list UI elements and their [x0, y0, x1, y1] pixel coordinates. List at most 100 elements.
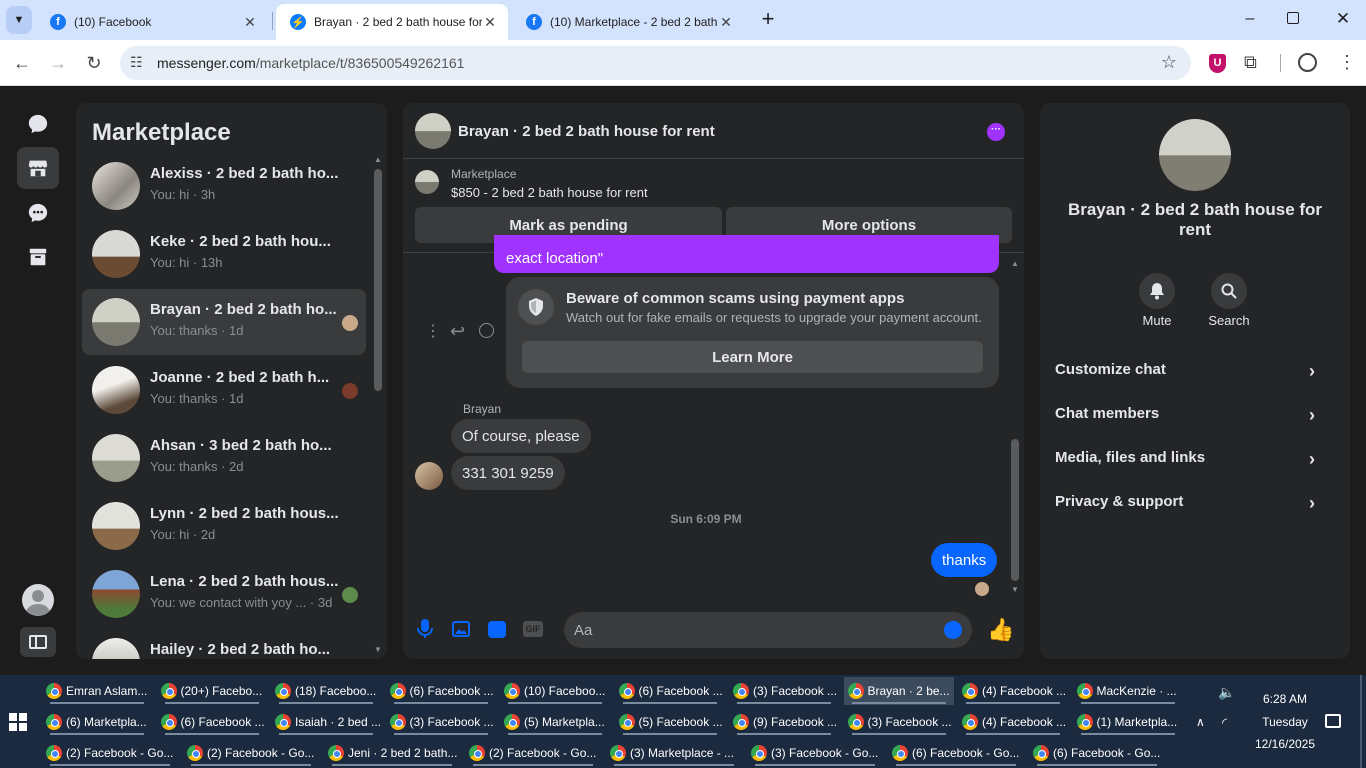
- taskbar-chrome-window[interactable]: Brayan · 2 be...: [843, 677, 954, 705]
- address-bar[interactable]: ☷ messenger.com/marketplace/t/8365005492…: [120, 46, 1191, 80]
- chat-scroll-up-arrow[interactable]: ▲: [1011, 259, 1019, 268]
- tab-search-button[interactable]: ▼: [6, 6, 32, 34]
- taskbar-chrome-window[interactable]: (6) Facebook ...: [157, 708, 267, 736]
- search-button[interactable]: [1211, 273, 1247, 309]
- taskbar-chrome-window[interactable]: (4) Facebook ...: [958, 677, 1068, 705]
- conversation-item[interactable]: Ahsan · 3 bed 2 bath ho... You: thanks ·…: [82, 425, 366, 491]
- scroll-up-arrow[interactable]: ▲: [374, 155, 382, 164]
- privacy-support-row[interactable]: Privacy & support ›: [1055, 493, 1335, 513]
- wifi-icon[interactable]: ◜: [1222, 715, 1227, 731]
- clock-time[interactable]: 6:28 AM: [1248, 692, 1322, 706]
- browser-tab-facebook[interactable]: f (10) Facebook ✕: [36, 4, 268, 40]
- taskbar-chrome-window[interactable]: (5) Marketpla...: [500, 708, 610, 736]
- chat-header-avatar[interactable]: [415, 113, 451, 149]
- scroll-down-arrow[interactable]: ▼: [374, 645, 382, 654]
- back-icon[interactable]: ←: [10, 51, 34, 75]
- rail-marketplace[interactable]: [17, 147, 59, 189]
- clock-day[interactable]: Tuesday: [1248, 715, 1322, 729]
- taskbar-chrome-window[interactable]: (6) Facebook ...: [615, 677, 725, 705]
- browser-tab-messenger[interactable]: ⚡ Brayan · 2 bed 2 bath house for rent ✕: [276, 4, 508, 40]
- taskbar-chrome-window[interactable]: (18) Faceboo...: [271, 677, 381, 705]
- react-emoji-icon[interactable]: [479, 323, 494, 338]
- outgoing-message[interactable]: thanks: [931, 543, 998, 577]
- browser-tab-marketplace[interactable]: f (10) Marketplace - 2 bed 2 bath house …: [512, 4, 744, 40]
- taskbar-chrome-window[interactable]: Jeni · 2 bed 2 bath...: [324, 739, 460, 767]
- show-desktop-strip[interactable]: [1360, 675, 1362, 768]
- taskbar-chrome-window[interactable]: (5) Facebook ...: [615, 708, 725, 736]
- sender-avatar[interactable]: [415, 462, 443, 490]
- taskbar-chrome-window[interactable]: (1) Marketpla...: [1073, 708, 1183, 736]
- chat-scroll-down-arrow[interactable]: ▼: [1011, 585, 1019, 594]
- sticker-icon[interactable]: [488, 621, 506, 638]
- taskbar-chrome-window[interactable]: (9) Facebook ...: [729, 708, 839, 736]
- microphone-icon[interactable]: [417, 619, 433, 644]
- conversation-item[interactable]: Lena · 2 bed 2 bath hous... You: we cont…: [82, 561, 366, 627]
- taskbar-chrome-window[interactable]: (3) Facebook ...: [729, 677, 839, 705]
- rail-message-requests[interactable]: [17, 192, 59, 234]
- incoming-message[interactable]: 331 301 9259: [451, 456, 565, 490]
- listing-price[interactable]: $850 - 2 bed 2 bath house for rent: [451, 185, 648, 200]
- extension-shield-icon[interactable]: U: [1209, 54, 1226, 73]
- reply-icon[interactable]: ↩: [450, 321, 465, 342]
- photo-icon[interactable]: [452, 621, 470, 642]
- conversation-item-selected[interactable]: Brayan · 2 bed 2 bath ho... You: thanks …: [82, 289, 366, 355]
- site-info-icon[interactable]: ☷: [130, 54, 143, 71]
- taskbar-chrome-window[interactable]: (10) Faceboo...: [500, 677, 610, 705]
- message-more-icon[interactable]: ⋮: [425, 321, 441, 341]
- emoji-icon[interactable]: [944, 621, 962, 639]
- taskbar-chrome-window[interactable]: (2) Facebook - Go...: [183, 739, 319, 767]
- list-scrollbar[interactable]: [374, 169, 382, 391]
- profile-icon[interactable]: [1298, 53, 1317, 72]
- clock-date[interactable]: 12/16/2025: [1240, 737, 1330, 751]
- conversation-item[interactable]: Hailey · 2 bed 2 bath ho...: [82, 629, 366, 659]
- more-options-icon[interactable]: ···: [987, 123, 1005, 141]
- rail-archived[interactable]: [17, 236, 59, 278]
- chat-members-row[interactable]: Chat members ›: [1055, 405, 1335, 425]
- taskbar-chrome-window[interactable]: (20+) Facebo...: [157, 677, 267, 705]
- taskbar-chrome-window[interactable]: (6) Facebook - Go...: [1029, 739, 1165, 767]
- media-files-links-row[interactable]: Media, files and links ›: [1055, 449, 1335, 469]
- close-icon[interactable]: ✕: [718, 14, 734, 31]
- window-close-button[interactable]: ✕: [1333, 9, 1353, 29]
- learn-more-button[interactable]: Learn More: [522, 341, 983, 373]
- windows-start-icon[interactable]: [9, 713, 27, 731]
- reload-icon[interactable]: ↻: [82, 51, 106, 75]
- restore-button[interactable]: [1287, 12, 1299, 24]
- taskbar-chrome-window[interactable]: (3) Facebook - Go...: [747, 739, 883, 767]
- profile-avatar[interactable]: [22, 584, 54, 616]
- taskbar-chrome-window[interactable]: (3) Facebook ...: [386, 708, 496, 736]
- conversation-item[interactable]: Lynn · 2 bed 2 bath hous... You: hi · 2d: [82, 493, 366, 559]
- bookmark-star-icon[interactable]: ☆: [1161, 52, 1177, 73]
- taskbar-chrome-window[interactable]: (2) Facebook - Go...: [465, 739, 601, 767]
- new-tab-button[interactable]: +: [756, 8, 780, 32]
- taskbar-chrome-window[interactable]: (2) Facebook - Go...: [42, 739, 178, 767]
- kebab-menu-icon[interactable]: ⋮: [1338, 52, 1356, 72]
- customize-chat-row[interactable]: Customize chat ›: [1055, 361, 1335, 381]
- notifications-icon[interactable]: [1325, 714, 1341, 728]
- volume-icon[interactable]: 🔈: [1218, 684, 1235, 701]
- conversation-item[interactable]: Keke · 2 bed 2 bath hou... You: hi · 13h: [82, 221, 366, 287]
- chat-scrollbar[interactable]: [1011, 439, 1019, 581]
- conversation-item[interactable]: Alexiss · 2 bed 2 bath ho... You: hi · 3…: [82, 153, 366, 219]
- taskbar-chrome-window[interactable]: (6) Marketpla...: [42, 708, 152, 736]
- extensions-puzzle-icon[interactable]: ⧉: [1244, 52, 1257, 73]
- close-icon[interactable]: ✕: [242, 14, 258, 31]
- taskbar-chrome-window[interactable]: MacKenzie · ...: [1073, 677, 1183, 705]
- taskbar-chrome-window[interactable]: (6) Facebook ...: [386, 677, 496, 705]
- message-input[interactable]: Aa: [564, 612, 972, 648]
- sidebar-toggle-icon[interactable]: [20, 627, 56, 657]
- incoming-message[interactable]: Of course, please: [451, 419, 591, 453]
- taskbar-chrome-window[interactable]: Emran Aslam...: [42, 677, 152, 705]
- taskbar-chrome-window[interactable]: Isaiah · 2 bed ...: [271, 708, 381, 736]
- thumbs-up-icon[interactable]: 👍: [987, 617, 1014, 643]
- taskbar-chrome-window[interactable]: (3) Facebook ...: [844, 708, 954, 736]
- mute-button[interactable]: [1139, 273, 1175, 309]
- forward-icon[interactable]: →: [46, 51, 70, 75]
- minimize-button[interactable]: –: [1240, 10, 1260, 30]
- rail-chats[interactable]: [17, 103, 59, 145]
- close-icon[interactable]: ✕: [482, 14, 498, 31]
- taskbar-chrome-window[interactable]: (3) Marketplace - ...: [606, 739, 742, 767]
- chat-header-title[interactable]: Brayan · 2 bed 2 bath house for rent: [458, 123, 715, 140]
- show-hidden-icons[interactable]: ∧: [1196, 715, 1205, 729]
- conversation-item[interactable]: Joanne · 2 bed 2 bath h... You: thanks ·…: [82, 357, 366, 423]
